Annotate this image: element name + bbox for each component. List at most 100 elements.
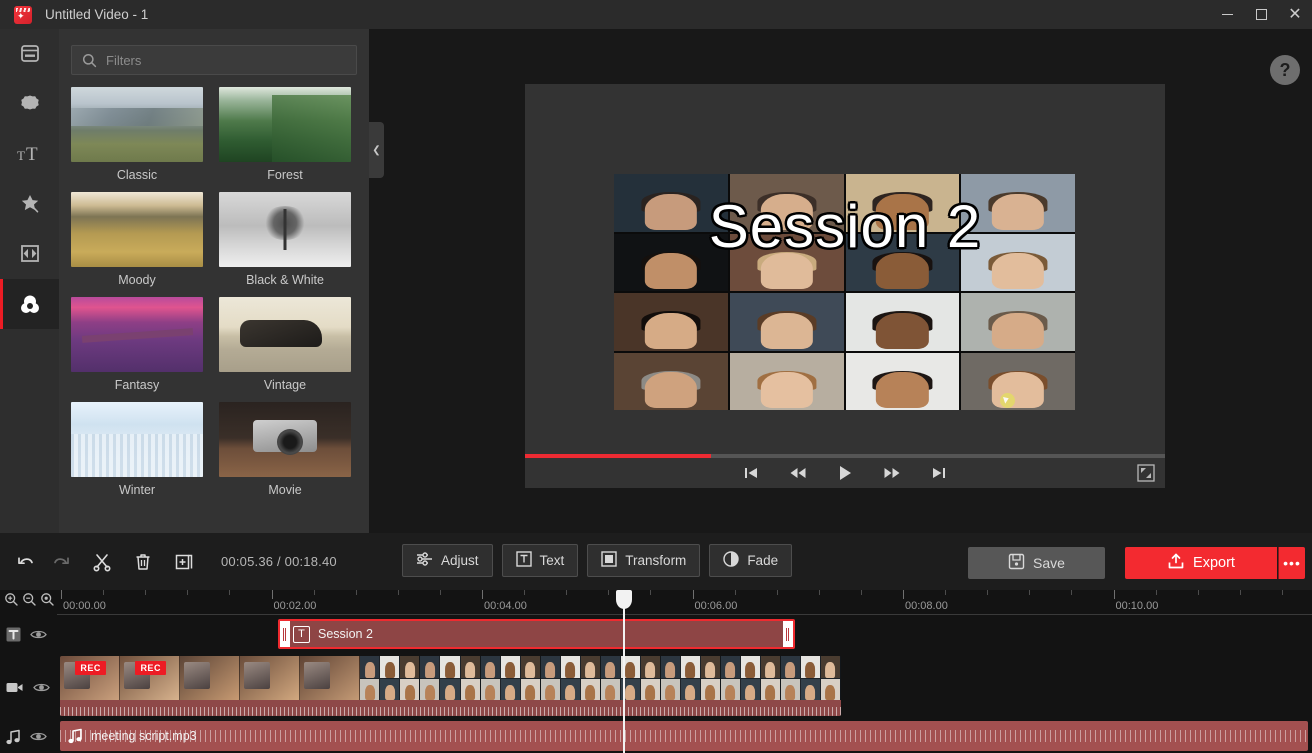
sidebar-item-media[interactable] xyxy=(0,29,59,79)
grid-thumbnail-cell xyxy=(660,656,680,678)
zoom-in-icon[interactable] xyxy=(4,592,19,612)
sidebar-item-transitions[interactable] xyxy=(0,229,59,279)
ruler-tick-minor xyxy=(818,590,820,595)
minimize-button[interactable] xyxy=(1210,0,1244,29)
audio-track-visibility-toggle[interactable] xyxy=(30,730,47,743)
grid-thumbnail-cell xyxy=(560,656,580,678)
audio-clip[interactable]: meeting script.mp3 xyxy=(60,721,1308,751)
fade-label: Fade xyxy=(747,553,779,568)
effects-wand-icon xyxy=(19,193,41,215)
video-clip[interactable]: REC REC xyxy=(60,656,841,716)
filter-item-classic[interactable]: Classic xyxy=(71,87,203,182)
search-icon xyxy=(82,53,97,68)
save-button[interactable]: Save xyxy=(968,547,1105,579)
face-shape xyxy=(465,662,475,678)
export-more-button[interactable]: ••• xyxy=(1278,547,1305,579)
sliders-icon xyxy=(416,551,433,570)
rewind-button[interactable] xyxy=(789,465,807,481)
title-text-overlay: Session 2 xyxy=(708,193,982,260)
duplicate-button[interactable] xyxy=(166,545,201,579)
adjust-button[interactable]: Adjust xyxy=(402,544,493,577)
skip-to-start-button[interactable] xyxy=(743,465,759,481)
fullscreen-button[interactable] xyxy=(1137,464,1155,487)
audio-track-body[interactable]: meeting script.mp3 xyxy=(57,720,1312,753)
face-shape xyxy=(745,662,756,678)
text-track-visibility-toggle[interactable] xyxy=(30,628,47,641)
filter-item-black-and-white[interactable]: Black & White xyxy=(219,192,351,287)
filters-icon xyxy=(18,293,42,315)
ruler-tick-minor xyxy=(987,590,989,595)
left-icon-rail: TT xyxy=(0,29,59,533)
face-shape xyxy=(425,684,435,700)
timeline-playhead[interactable] xyxy=(616,590,632,753)
clip-trim-handle-left[interactable] xyxy=(280,621,290,647)
play-button[interactable] xyxy=(837,464,853,482)
filter-item-winter[interactable]: Winter xyxy=(71,402,203,497)
timecode-display: 00:05.36 / 00:18.40 xyxy=(221,554,337,569)
fade-button[interactable]: Fade xyxy=(709,544,793,577)
filter-item-moody[interactable]: Moody xyxy=(71,192,203,287)
transform-label: Transform xyxy=(625,553,687,568)
sidebar-item-stickers[interactable] xyxy=(0,79,59,129)
grid-thumbnail-cell xyxy=(700,656,720,678)
text-clip-label: Session 2 xyxy=(318,627,373,641)
ruler-tick xyxy=(1113,590,1115,599)
zoom-fit-icon[interactable] xyxy=(40,592,55,612)
laptop-shape xyxy=(303,662,330,690)
split-button[interactable] xyxy=(84,545,119,579)
text-track-body[interactable]: T Session 2 xyxy=(57,615,1312,654)
sidebar-item-filters[interactable] xyxy=(0,279,59,329)
ruler-label: 00:08.00 xyxy=(905,600,948,612)
face-shape xyxy=(565,662,576,678)
text-button[interactable]: Text xyxy=(501,544,579,577)
play-icon xyxy=(840,466,851,480)
sidebar-item-effects[interactable] xyxy=(0,179,59,229)
filter-item-forest[interactable]: Forest xyxy=(219,87,351,182)
ruler-tick-minor xyxy=(945,590,947,595)
grid-thumbnail-cell xyxy=(460,656,480,678)
zoom-out-icon[interactable] xyxy=(22,592,37,612)
face-shape xyxy=(725,684,736,700)
video-track-visibility-toggle[interactable] xyxy=(33,681,50,694)
filter-item-vintage[interactable]: Vintage xyxy=(219,297,351,392)
filters-search[interactable] xyxy=(71,45,357,75)
delete-button[interactable] xyxy=(125,545,160,579)
grid-thumbnail-cell xyxy=(680,678,700,700)
panel-collapse-button[interactable]: ❮ xyxy=(369,122,384,178)
clip-trim-handle-right[interactable] xyxy=(783,621,793,647)
transform-button[interactable]: Transform xyxy=(587,544,701,577)
skip-to-end-button[interactable] xyxy=(931,465,947,481)
video-track-body[interactable]: REC REC xyxy=(57,654,1312,720)
export-button[interactable]: Export xyxy=(1125,547,1277,579)
ruler-label: 00:06.00 xyxy=(694,600,738,612)
ruler-tick xyxy=(482,590,483,599)
filter-label: Classic xyxy=(116,168,158,182)
save-icon xyxy=(1008,553,1025,573)
filter-grid: Classic Forest Moody Black & White Fanta… xyxy=(71,87,361,527)
playhead-handle[interactable] xyxy=(616,590,632,609)
sidebar-item-text[interactable]: TT xyxy=(0,129,59,179)
close-button[interactable]: ✕ xyxy=(1278,0,1312,29)
help-button[interactable]: ? xyxy=(1270,55,1300,85)
timeline-ruler[interactable]: 00:00.00 00:02.00 00:04.00 00:06.00 00:08.00… xyxy=(57,590,1312,615)
filter-item-fantasy[interactable]: Fantasy xyxy=(71,297,203,392)
video-thumbnail xyxy=(720,656,781,700)
undo-button[interactable] xyxy=(8,545,43,579)
fast-forward-button[interactable] xyxy=(883,465,901,481)
ruler-tick-minor xyxy=(860,590,862,595)
search-input[interactable] xyxy=(97,52,356,68)
redo-button[interactable] xyxy=(43,545,78,579)
face-shape xyxy=(825,662,836,678)
participant-tile xyxy=(614,352,728,410)
clapperboard-icon xyxy=(14,5,32,24)
video-thumbnail xyxy=(600,656,661,700)
face-shape xyxy=(505,684,516,700)
text-clip[interactable]: T Session 2 xyxy=(278,619,795,649)
maximize-button[interactable] xyxy=(1244,0,1278,29)
grid-thumbnail-cell xyxy=(500,656,520,678)
grid-thumbnail-cell xyxy=(820,656,840,678)
handle-grip-icon xyxy=(786,627,790,641)
export-label: Export xyxy=(1193,555,1235,571)
filter-item-movie[interactable]: Movie xyxy=(219,402,351,497)
rewind-icon xyxy=(790,468,806,478)
